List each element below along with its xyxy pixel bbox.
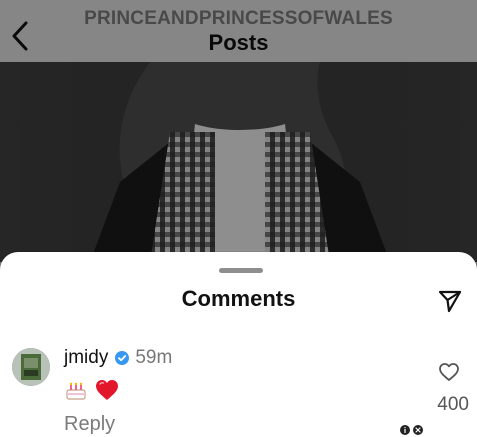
info-icon [400, 425, 410, 435]
top-navigation-bar: PRINCEANDPRINCESSOFWALES Posts [0, 0, 477, 62]
screen: PRINCEANDPRINCESSOFWALES Posts Comments … [0, 0, 477, 437]
page-title: Posts [208, 30, 269, 55]
comment-item: jmidy 59m Reply 400 [0, 344, 477, 437]
send-icon [438, 290, 462, 313]
red-heart-emoji [96, 380, 118, 400]
comments-title: Comments [181, 286, 296, 311]
status-indicators [400, 424, 432, 436]
avatar[interactable] [12, 348, 50, 386]
heart-outline-icon [439, 363, 459, 381]
verified-badge-icon [115, 351, 130, 365]
like-button[interactable] [437, 360, 461, 384]
drag-handle[interactable] [219, 268, 263, 273]
post-image [0, 62, 477, 262]
comments-sheet: Comments jmidy 59m Reply 400 [0, 252, 477, 437]
comment-text [64, 376, 120, 404]
avatar-image [12, 348, 50, 386]
share-button[interactable] [433, 284, 467, 318]
cake-emoji [66, 382, 86, 400]
reply-button[interactable]: Reply [64, 413, 115, 436]
comment-timestamp: 59m [135, 347, 173, 368]
account-name[interactable]: PRINCEANDPRINCESSOFWALES [0, 8, 477, 30]
comment-username[interactable]: jmidy [64, 347, 108, 369]
like-count: 400 [437, 394, 469, 415]
close-icon[interactable] [413, 425, 423, 435]
comment-header: jmidy 59m [64, 347, 172, 369]
post-photo [90, 62, 390, 262]
